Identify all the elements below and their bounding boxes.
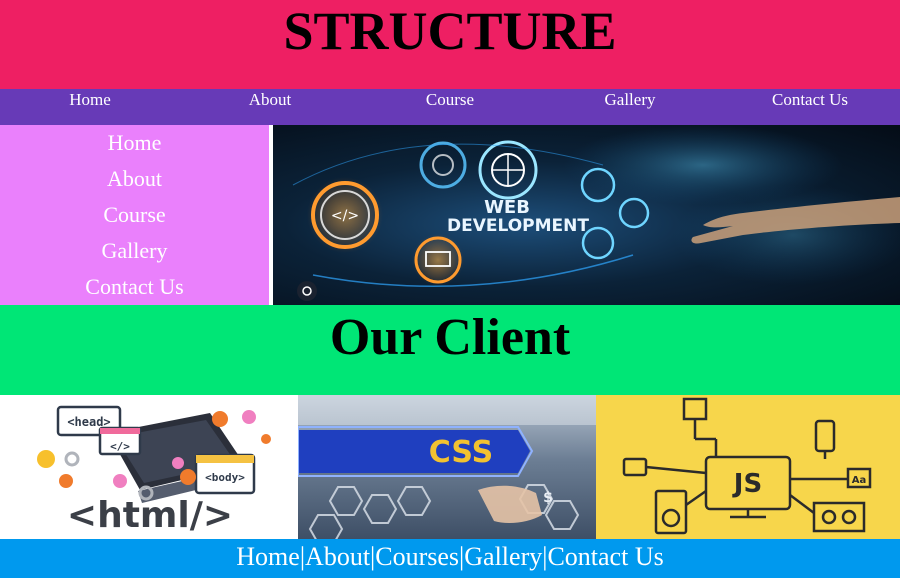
- sidebar: Home About Course Gallery Contact Us: [0, 125, 269, 305]
- html-illustration: <head> </> <body> <html/>: [37, 405, 271, 536]
- cassette-icon: [812, 501, 866, 533]
- css-label: CSS: [429, 435, 493, 470]
- page-header: STRUCTURE: [0, 0, 900, 89]
- topnav-gallery-link[interactable]: Gallery: [540, 89, 720, 125]
- code-tag-label: </>: [110, 440, 130, 453]
- sidebar-item-about[interactable]: About: [0, 161, 269, 197]
- html-caption: <html/>: [67, 495, 233, 536]
- font-icon-label: Aa: [852, 475, 867, 486]
- hero-image: </> WEB DEVELOPMENT: [273, 125, 900, 305]
- gear-icon: [172, 457, 184, 469]
- js-label: JS: [732, 469, 762, 499]
- page-title: STRUCTURE: [283, 1, 617, 61]
- js-tile: JS Aa: [596, 395, 900, 539]
- gear-icon: [59, 474, 73, 488]
- footer-contact-link[interactable]: Contact Us: [547, 542, 663, 571]
- footer-about-link[interactable]: About: [305, 542, 370, 571]
- footer-courses-link[interactable]: Courses: [375, 542, 459, 571]
- client-section-header: Our Client: [0, 305, 900, 395]
- gear-icon: [113, 474, 127, 488]
- sidebar-item-home[interactable]: Home: [0, 125, 269, 161]
- html-tile: <head> </> <body> <html/>: [0, 395, 298, 539]
- svg-text:</>: </>: [331, 208, 359, 224]
- camera-icon: [622, 457, 648, 477]
- topnav-course-link[interactable]: Course: [360, 89, 540, 125]
- css-tile: CSS $: [298, 395, 596, 539]
- web-development-illustration: </> WEB DEVELOPMENT: [292, 125, 900, 301]
- footer-home-link[interactable]: Home: [236, 542, 300, 571]
- top-navigation: Home About Course Gallery Contact Us: [0, 89, 900, 125]
- topnav-about-link[interactable]: About: [180, 89, 360, 125]
- sidebar-item-gallery[interactable]: Gallery: [0, 233, 269, 269]
- sidebar-item-course[interactable]: Course: [0, 197, 269, 233]
- topnav-contact-link[interactable]: Contact Us: [720, 89, 900, 125]
- client-title: Our Client: [329, 309, 571, 366]
- gear-icon: [212, 411, 228, 427]
- footer-gallery-link[interactable]: Gallery: [464, 542, 542, 571]
- gear-icon: [64, 451, 80, 467]
- hero-line-development: DEVELOPMENT: [447, 216, 589, 236]
- gear-icon: [242, 410, 256, 424]
- topnav-home-link[interactable]: Home: [0, 89, 180, 125]
- window-icon: [682, 397, 708, 421]
- body-tag-label: <body>: [205, 471, 245, 484]
- sidebar-item-contact[interactable]: Contact Us: [0, 269, 269, 305]
- shield-icon: [419, 141, 467, 189]
- gear-icon: [180, 469, 196, 485]
- css-illustration: CSS $: [298, 395, 596, 539]
- js-illustration: JS Aa: [622, 397, 872, 535]
- phone-icon: [814, 419, 836, 453]
- gear-icon: [261, 434, 271, 444]
- footer-navigation: Home|About|Courses|Gallery|Contact Us: [0, 539, 900, 578]
- hand: [478, 485, 542, 523]
- hero-line-web: WEB: [484, 197, 530, 218]
- gear-icon: [37, 450, 55, 468]
- gear-icon: [618, 197, 650, 229]
- dollar-icon: $: [543, 490, 553, 506]
